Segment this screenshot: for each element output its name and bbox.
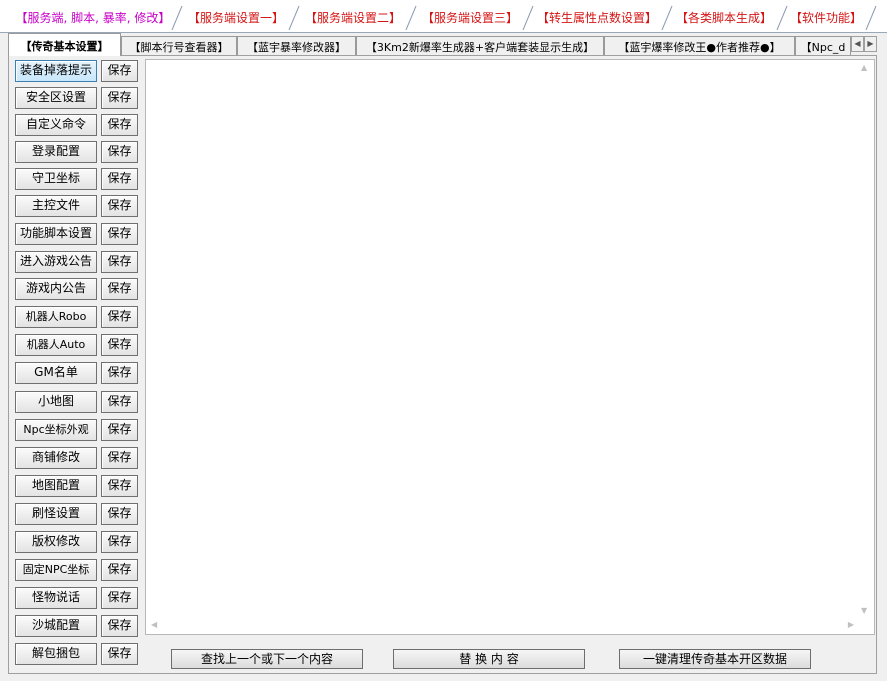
save-button[interactable]: 保存: [101, 278, 138, 300]
minimap-button[interactable]: 小地图: [15, 391, 97, 413]
tab-separator: [864, 4, 878, 30]
monster-speech-button[interactable]: 怪物说话: [15, 587, 97, 609]
clear-basic-data-button[interactable]: 一键清理传奇基本开区数据: [619, 649, 811, 669]
top-tab-server-script[interactable]: 【服务端, 脚本, 暴率, 修改】: [14, 4, 172, 30]
tab-separator: [287, 4, 301, 30]
top-tab-server-1[interactable]: 【服务端设置一】: [183, 4, 289, 30]
vertical-scrollbar[interactable]: ▲ ▼: [857, 60, 874, 618]
save-button[interactable]: 保存: [101, 531, 138, 553]
tab-scroll-arrows: ◀ ▶: [851, 36, 877, 52]
scroll-corner: [857, 617, 874, 634]
main-control-file-button[interactable]: 主控文件: [15, 195, 97, 217]
save-button[interactable]: 保存: [101, 587, 138, 609]
tab-scroll-left-icon[interactable]: ◀: [851, 36, 864, 52]
save-button[interactable]: 保存: [101, 60, 138, 82]
text-editor-area[interactable]: ▲ ▼ ◀ ▶: [145, 59, 875, 635]
save-button[interactable]: 保存: [101, 306, 138, 328]
top-tab-server-3[interactable]: 【服务端设置三】: [417, 4, 523, 30]
robot-auto-button[interactable]: 机器人Auto: [15, 334, 97, 356]
unpack-pack-button[interactable]: 解包捆包: [15, 643, 97, 665]
custom-command-button[interactable]: 自定义命令: [15, 114, 97, 136]
replace-content-button[interactable]: 替 换 内 容: [393, 649, 585, 669]
find-prev-next-button[interactable]: 查找上一个或下一个内容: [171, 649, 363, 669]
function-script-button[interactable]: 功能脚本设置: [15, 223, 97, 245]
shop-edit-button[interactable]: 商铺修改: [15, 447, 97, 469]
castle-config-button[interactable]: 沙城配置: [15, 615, 97, 637]
tab-drop-rate-editor[interactable]: 【蓝宇暴率修改器】: [237, 36, 356, 55]
save-button[interactable]: 保存: [101, 168, 138, 190]
login-config-button[interactable]: 登录配置: [15, 141, 97, 163]
copyright-edit-button[interactable]: 版权修改: [15, 531, 97, 553]
save-button[interactable]: 保存: [101, 475, 138, 497]
save-button[interactable]: 保存: [101, 223, 138, 245]
monster-spawn-button[interactable]: 刷怪设置: [15, 503, 97, 525]
scroll-right-icon[interactable]: ▶: [848, 620, 854, 629]
save-button[interactable]: 保存: [101, 643, 138, 665]
top-tab-rebirth-points[interactable]: 【转生属性点数设置】: [532, 4, 662, 30]
scroll-up-icon[interactable]: ▲: [861, 63, 867, 72]
save-button[interactable]: 保存: [101, 114, 138, 136]
tab-drop-rate-king[interactable]: 【蓝宇爆率修改王●作者推荐●】: [604, 36, 795, 55]
save-button[interactable]: 保存: [101, 195, 138, 217]
enter-game-notice-button[interactable]: 进入游戏公告: [15, 251, 97, 273]
tab-scroll-right-icon[interactable]: ▶: [864, 36, 877, 52]
save-button[interactable]: 保存: [101, 419, 138, 441]
npc-coords-appearance-button[interactable]: Npc坐标外观: [15, 419, 97, 441]
scroll-left-icon[interactable]: ◀: [151, 620, 157, 629]
equip-drop-tip-button[interactable]: 装备掉落提示: [15, 60, 97, 82]
gm-list-button[interactable]: GM名单: [15, 362, 97, 384]
save-button[interactable]: 保存: [101, 447, 138, 469]
top-tab-script-gen[interactable]: 【各类脚本生成】: [671, 4, 777, 30]
save-button[interactable]: 保存: [101, 141, 138, 163]
robot-robo-button[interactable]: 机器人Robo: [15, 306, 97, 328]
tab-npc-d[interactable]: 【Npc_d: [795, 36, 851, 55]
top-tab-software-features[interactable]: 【软件功能】: [786, 4, 866, 30]
top-tab-server-2[interactable]: 【服务端设置二】: [300, 4, 406, 30]
save-button[interactable]: 保存: [101, 251, 138, 273]
horizontal-scrollbar[interactable]: ◀ ▶: [146, 617, 859, 634]
tab-separator: [404, 4, 418, 30]
safe-zone-button[interactable]: 安全区设置: [15, 87, 97, 109]
save-button[interactable]: 保存: [101, 559, 138, 581]
save-button[interactable]: 保存: [101, 87, 138, 109]
tab-3km2-drop-generator[interactable]: 【3Km2新爆率生成器+客户端套装显示生成】: [356, 36, 604, 55]
save-button[interactable]: 保存: [101, 391, 138, 413]
scroll-down-icon[interactable]: ▼: [861, 606, 867, 615]
tab-script-line-viewer[interactable]: 【脚本行号查看器】: [121, 36, 237, 55]
map-config-button[interactable]: 地图配置: [15, 475, 97, 497]
tab-separator: [170, 4, 184, 30]
inner-tab-strip: 【传奇基本设置】 【脚本行号查看器】 【蓝宇暴率修改器】 【3Km2新爆率生成器…: [8, 33, 877, 56]
save-button[interactable]: 保存: [101, 503, 138, 525]
save-button[interactable]: 保存: [101, 362, 138, 384]
fixed-npc-coords-button[interactable]: 固定NPC坐标: [15, 559, 97, 581]
save-button[interactable]: 保存: [101, 615, 138, 637]
top-tab-strip: 【服务端, 脚本, 暴率, 修改】 【服务端设置一】 【服务端设置二】 【服务端…: [0, 0, 887, 33]
save-button[interactable]: 保存: [101, 334, 138, 356]
in-game-notice-button[interactable]: 游戏内公告: [15, 278, 97, 300]
tab-legend-basic-settings[interactable]: 【传奇基本设置】: [8, 33, 121, 56]
guard-coords-button[interactable]: 守卫坐标: [15, 168, 97, 190]
